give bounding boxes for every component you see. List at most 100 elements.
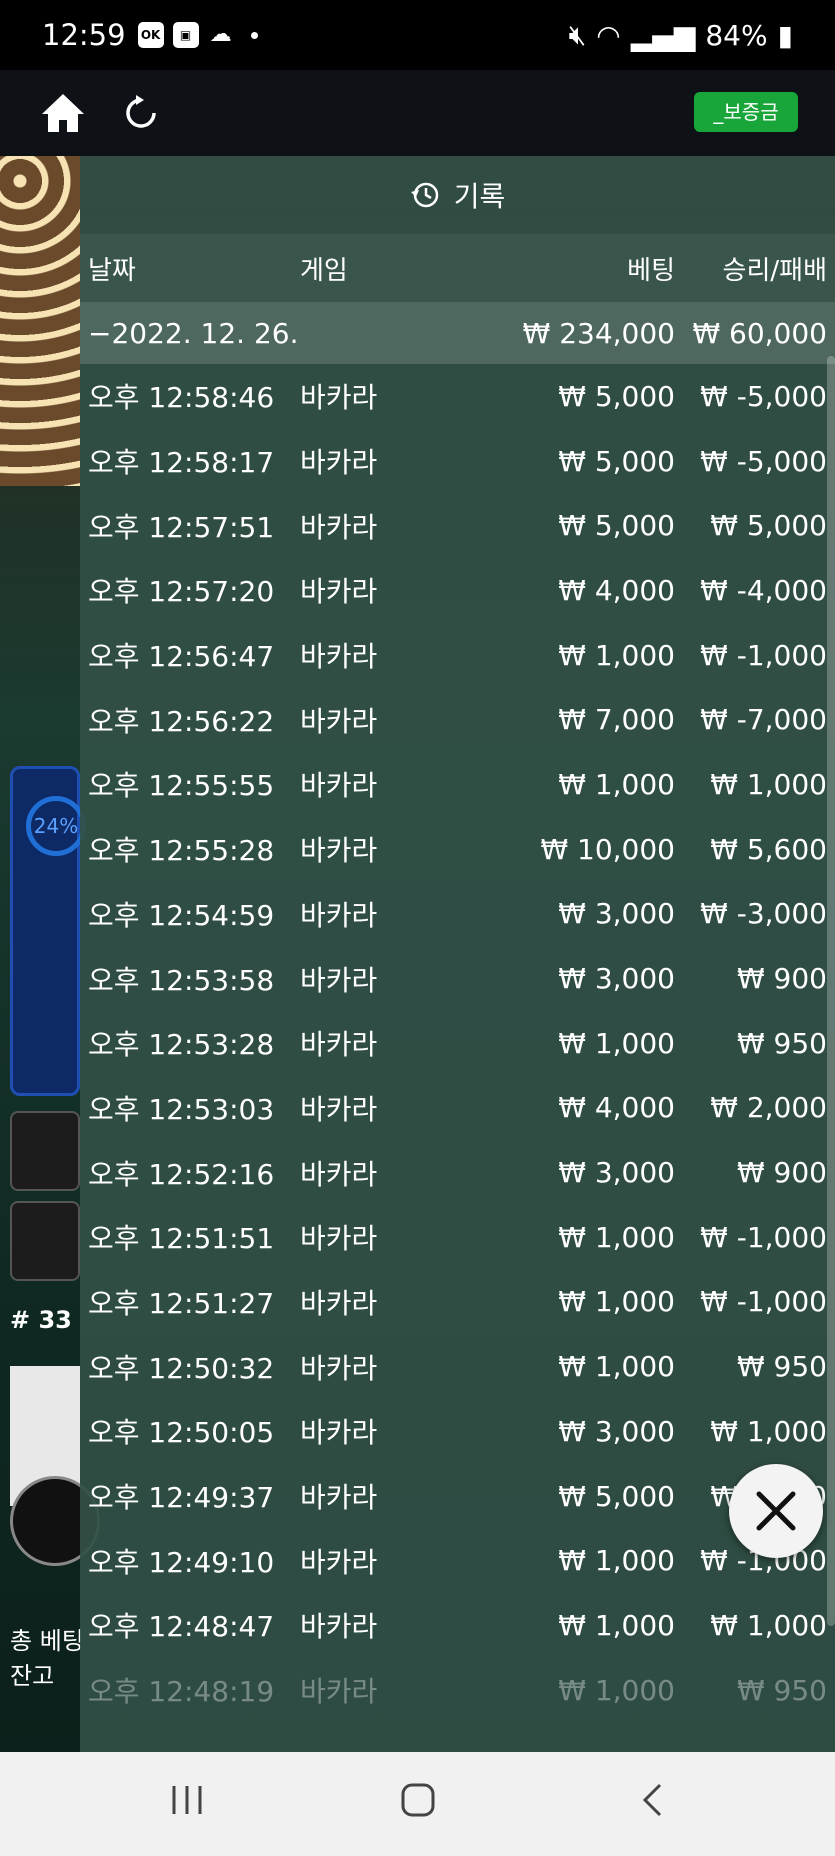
reload-icon[interactable] (124, 94, 158, 130)
history-row: 오후 12:58:46 바카라 ₩ 5,000 ₩ -5,000 (80, 364, 835, 429)
history-row: 오후 12:49:10 바카라 ₩ 1,000 ₩ -1,000 (80, 1528, 835, 1593)
history-title-text: 기록 (453, 180, 506, 213)
row-result: ₩ -1,000 (700, 1220, 827, 1254)
row-time: 오후 12:58:46 (88, 381, 275, 415)
status-bar: 12:59 OK ▣ ☁ 🔇︎ ◠ ▂▄▆ 84% ▮ (0, 0, 835, 70)
recent-apps-icon[interactable] (170, 1782, 204, 1818)
history-row: 오후 12:53:58 바카라 ₩ 3,000 ₩ 900 (80, 946, 835, 1011)
row-bet: ₩ 1,000 (558, 1220, 675, 1254)
row-result: ₩ 1,000 (710, 1608, 827, 1642)
row-result: ₩ 950 (736, 1026, 827, 1060)
player-pair-button[interactable] (10, 1201, 80, 1281)
row-game: 바카라 (300, 1351, 378, 1385)
row-time: 오후 12:55:55 (88, 769, 275, 803)
history-row: 오후 12:48:47 바카라 ₩ 1,000 ₩ 1,000 (80, 1593, 835, 1658)
top-bar: _보증금 (0, 70, 835, 156)
home-icon[interactable] (40, 92, 86, 134)
row-bet: ₩ 4,000 (558, 1091, 675, 1125)
history-row: 오후 12:55:28 바카라 ₩ 10,000 ₩ 5,600 (80, 817, 835, 882)
row-result: ₩ 5,000 (710, 509, 827, 543)
signal-icon: ▂▄▆ (630, 18, 696, 52)
history-panel: 기록 날짜 게임 베팅 승리/패배 −2022. 12. 26. ₩ 234,0… (80, 156, 835, 1752)
header-date: 날짜 (88, 255, 136, 286)
round-number: # 33 (10, 1306, 72, 1334)
row-result: ₩ 900 (736, 1156, 827, 1190)
row-time: 오후 12:57:51 (88, 510, 275, 544)
ok-icon: OK (137, 22, 164, 48)
row-time: 오후 12:53:28 (88, 1028, 275, 1062)
row-result: ₩ -1,000 (700, 638, 827, 672)
status-time: 12:59 (42, 18, 126, 52)
cloud-icon: ☁ (209, 22, 232, 47)
home-nav-icon[interactable] (400, 1782, 436, 1818)
wifi-icon: ◠ (596, 18, 621, 52)
row-result: ₩ 900 (736, 962, 827, 996)
row-result: ₩ 950 (736, 1350, 827, 1384)
row-result: ₩ 5,600 (710, 832, 827, 866)
history-row: 오후 12:48:19 바카라 ₩ 1,000 ₩ 950 (80, 1658, 835, 1723)
row-result: ₩ 950 (736, 1673, 827, 1707)
row-game: 바카라 (300, 963, 378, 997)
android-nav-bar (0, 1752, 835, 1856)
row-bet: ₩ 1,000 (558, 767, 675, 801)
row-time: 오후 12:52:16 (88, 1157, 275, 1191)
notification-dot-icon (250, 31, 258, 39)
row-time: 오후 12:49:37 (88, 1481, 275, 1515)
row-result: ₩ -4,000 (700, 573, 827, 607)
date-group-label: −2022. 12. 26. (88, 316, 299, 350)
header-bet: 베팅 (627, 255, 675, 286)
deposit-button[interactable]: _보증금 (694, 92, 798, 132)
row-game: 바카라 (300, 704, 378, 738)
date-group-row[interactable]: −2022. 12. 26. ₩ 234,000 ₩ 60,000 (80, 302, 835, 364)
back-icon[interactable] (640, 1782, 664, 1818)
row-game: 바카라 (300, 898, 378, 932)
history-row: 오후 12:58:17 바카라 ₩ 5,000 ₩ -5,000 (80, 429, 835, 494)
row-time: 오후 12:57:20 (88, 575, 275, 609)
row-bet: ₩ 10,000 (540, 832, 675, 866)
row-time: 오후 12:50:32 (88, 1351, 275, 1385)
row-game: 바카라 (300, 1222, 378, 1256)
casino-decor (0, 156, 80, 486)
row-bet: ₩ 1,000 (558, 1285, 675, 1319)
balance-label: 잔고 (10, 1662, 55, 1690)
row-bet: ₩ 1,000 (558, 638, 675, 672)
table-header: 날짜 게임 베팅 승리/패배 (80, 234, 835, 302)
row-time: 오후 12:53:03 (88, 1092, 275, 1126)
row-time: 오후 12:51:27 (88, 1286, 275, 1320)
history-row: 오후 12:57:20 바카라 ₩ 4,000 ₩ -4,000 (80, 558, 835, 623)
header-win-loss: 승리/패배 (722, 255, 827, 286)
history-row: 오후 12:54:59 바카라 ₩ 3,000 ₩ -3,000 (80, 882, 835, 947)
row-bet: ₩ 1,000 (558, 1026, 675, 1060)
row-time: 오후 12:51:51 (88, 1222, 275, 1256)
row-game: 바카라 (300, 1545, 378, 1579)
row-bet: ₩ 1,000 (558, 1544, 675, 1578)
row-bet: ₩ 5,000 (558, 1479, 675, 1513)
battery-percent: 84% (705, 18, 768, 52)
history-row: 오후 12:52:16 바카라 ₩ 3,000 ₩ 900 (80, 1140, 835, 1205)
date-group-win-total: ₩ 60,000 (692, 316, 827, 350)
history-row: 오후 12:50:32 바카라 ₩ 1,000 ₩ 950 (80, 1334, 835, 1399)
row-bet: ₩ 5,000 (558, 379, 675, 413)
scrollbar[interactable] (827, 356, 835, 1626)
total-bet-label: 총 베팅 (10, 1627, 84, 1655)
history-row: 오후 12:57:51 바카라 ₩ 5,000 ₩ 5,000 (80, 493, 835, 558)
progress-percent: 24% (26, 796, 86, 856)
row-bet: ₩ 3,000 (558, 962, 675, 996)
row-result: ₩ 1,000 (710, 1414, 827, 1448)
row-bet: ₩ 4,000 (558, 573, 675, 607)
close-button[interactable] (729, 1464, 823, 1558)
history-row: 오후 12:56:22 바카라 ₩ 7,000 ₩ -7,000 (80, 687, 835, 752)
history-row: 오후 12:51:27 바카라 ₩ 1,000 ₩ -1,000 (80, 1270, 835, 1335)
row-game: 바카라 (300, 1675, 378, 1709)
row-time: 오후 12:55:28 (88, 834, 275, 868)
row-bet: ₩ 1,000 (558, 1350, 675, 1384)
mute-icon: 🔇︎ (568, 18, 587, 51)
history-row: 오후 12:49:37바카라₩ 5,000₩ 2,000 (80, 1464, 835, 1529)
row-game: 바카라 (300, 446, 378, 480)
date-group-bet-total: ₩ 234,000 (522, 316, 675, 350)
row-result: ₩ -1,000 (700, 1285, 827, 1319)
row-game: 바카라 (300, 1416, 378, 1450)
player-bonus-button[interactable] (10, 1111, 80, 1191)
row-time: 오후 12:56:22 (88, 704, 275, 738)
row-game: 바카라 (300, 1610, 378, 1644)
